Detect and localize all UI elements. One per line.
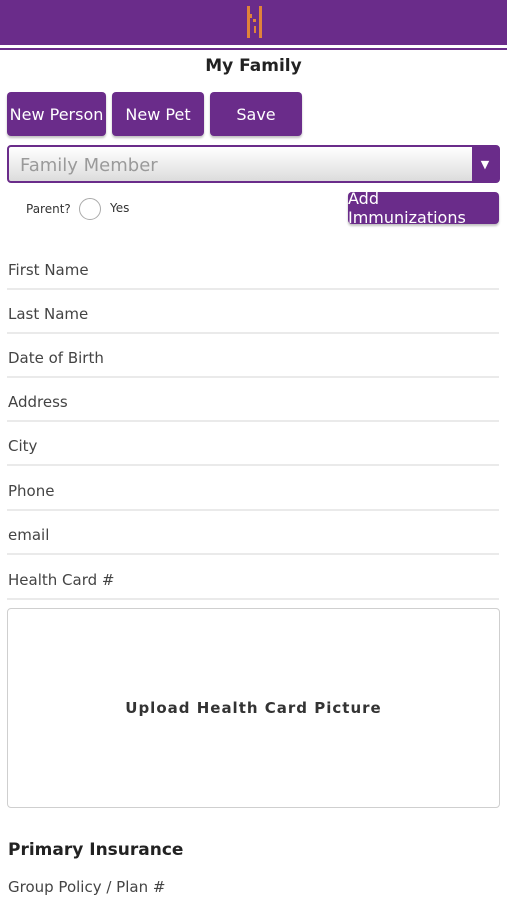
city-label: City bbox=[8, 437, 38, 455]
email-field[interactable]: email bbox=[7, 517, 499, 555]
primary-insurance-heading: Primary Insurance bbox=[8, 840, 184, 860]
phone-label: Phone bbox=[8, 482, 55, 500]
app-header bbox=[0, 0, 507, 48]
parent-yes-radio[interactable] bbox=[79, 198, 101, 220]
h-logo-icon bbox=[247, 6, 262, 38]
email-label: email bbox=[8, 526, 50, 544]
last-name-field[interactable]: Last Name bbox=[7, 296, 499, 334]
family-member-select[interactable]: Family Member ▼ bbox=[7, 145, 500, 183]
family-member-placeholder: Family Member bbox=[20, 155, 158, 176]
save-button[interactable]: Save bbox=[210, 92, 302, 136]
upload-health-card-button[interactable]: Upload Health Card Picture bbox=[7, 608, 500, 808]
date-of-birth-label: Date of Birth bbox=[8, 349, 104, 367]
add-immunizations-button[interactable]: Add Immunizations bbox=[348, 189, 499, 227]
phone-field[interactable]: Phone bbox=[7, 473, 499, 511]
city-field[interactable]: City bbox=[7, 428, 499, 466]
last-name-label: Last Name bbox=[8, 305, 89, 323]
address-field[interactable]: Address bbox=[7, 384, 499, 422]
upload-health-card-label: Upload Health Card Picture bbox=[125, 699, 382, 717]
date-of-birth-field[interactable]: Date of Birth bbox=[7, 340, 499, 378]
group-policy-label: Group Policy / Plan # bbox=[8, 878, 166, 896]
triangle-down-icon[interactable]: ▼ bbox=[472, 147, 498, 181]
address-label: Address bbox=[8, 393, 68, 411]
health-card-label: Health Card # bbox=[8, 571, 115, 589]
new-pet-button[interactable]: New Pet bbox=[112, 92, 204, 136]
first-name-label: First Name bbox=[8, 261, 89, 279]
health-card-field[interactable]: Health Card # bbox=[7, 562, 499, 600]
first-name-field[interactable]: First Name bbox=[7, 252, 499, 290]
parent-yes-label: Yes bbox=[110, 201, 130, 215]
page-title: My Family bbox=[205, 56, 302, 76]
parent-label: Parent? bbox=[26, 202, 71, 216]
new-person-button[interactable]: New Person bbox=[7, 92, 106, 136]
